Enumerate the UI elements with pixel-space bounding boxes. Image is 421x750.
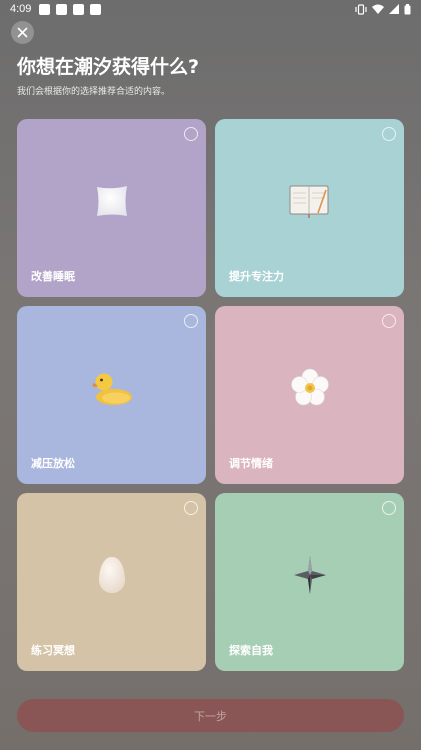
notification-app-icon [39, 3, 51, 15]
notification-download-icon [73, 3, 85, 15]
option-card-improve-sleep[interactable]: 改善睡眠 [17, 119, 206, 297]
status-left: 4:09 [10, 3, 102, 15]
signal-icon [389, 4, 399, 14]
option-card-practice-meditation[interactable]: 练习冥想 [17, 493, 206, 671]
option-label: 探索自我 [229, 644, 273, 657]
status-bar: 4:09 [0, 0, 421, 18]
wifi-icon [372, 4, 384, 14]
page-title: 你想在潮汐获得什么? [17, 56, 200, 78]
option-radio[interactable] [382, 501, 396, 515]
option-card-improve-focus[interactable]: 提升专注力 [215, 119, 404, 297]
option-radio[interactable] [184, 314, 198, 328]
option-radio[interactable] [382, 314, 396, 328]
notebook-icon [289, 184, 331, 222]
spinning-top-icon [293, 555, 327, 599]
page-subtitle: 我们会根据你的选择推荐合适的内容。 [17, 87, 171, 97]
notification-app-icon [56, 3, 68, 15]
close-icon [17, 27, 28, 38]
option-radio[interactable] [184, 501, 198, 515]
option-label: 改善睡眠 [31, 270, 75, 283]
option-label: 提升专注力 [229, 270, 284, 283]
next-button[interactable]: 下一步 [17, 699, 404, 732]
rubber-duck-icon [90, 369, 134, 411]
battery-icon [404, 3, 411, 14]
vibrate-icon [355, 3, 367, 15]
egg-icon [97, 556, 127, 598]
option-label: 减压放松 [31, 457, 75, 470]
option-card-regulate-emotion[interactable]: 调节情绪 [215, 306, 404, 484]
close-button[interactable] [11, 21, 34, 44]
notification-app-icon [90, 3, 102, 15]
option-label: 练习冥想 [31, 644, 75, 657]
status-right [355, 3, 411, 15]
option-card-relax[interactable]: 减压放松 [17, 306, 206, 484]
option-card-explore-self[interactable]: 探索自我 [215, 493, 404, 671]
status-time: 4:09 [10, 3, 32, 15]
option-label: 调节情绪 [229, 457, 273, 470]
flower-icon [290, 368, 330, 412]
pillow-icon [93, 182, 131, 224]
option-radio[interactable] [382, 127, 396, 141]
option-radio[interactable] [184, 127, 198, 141]
